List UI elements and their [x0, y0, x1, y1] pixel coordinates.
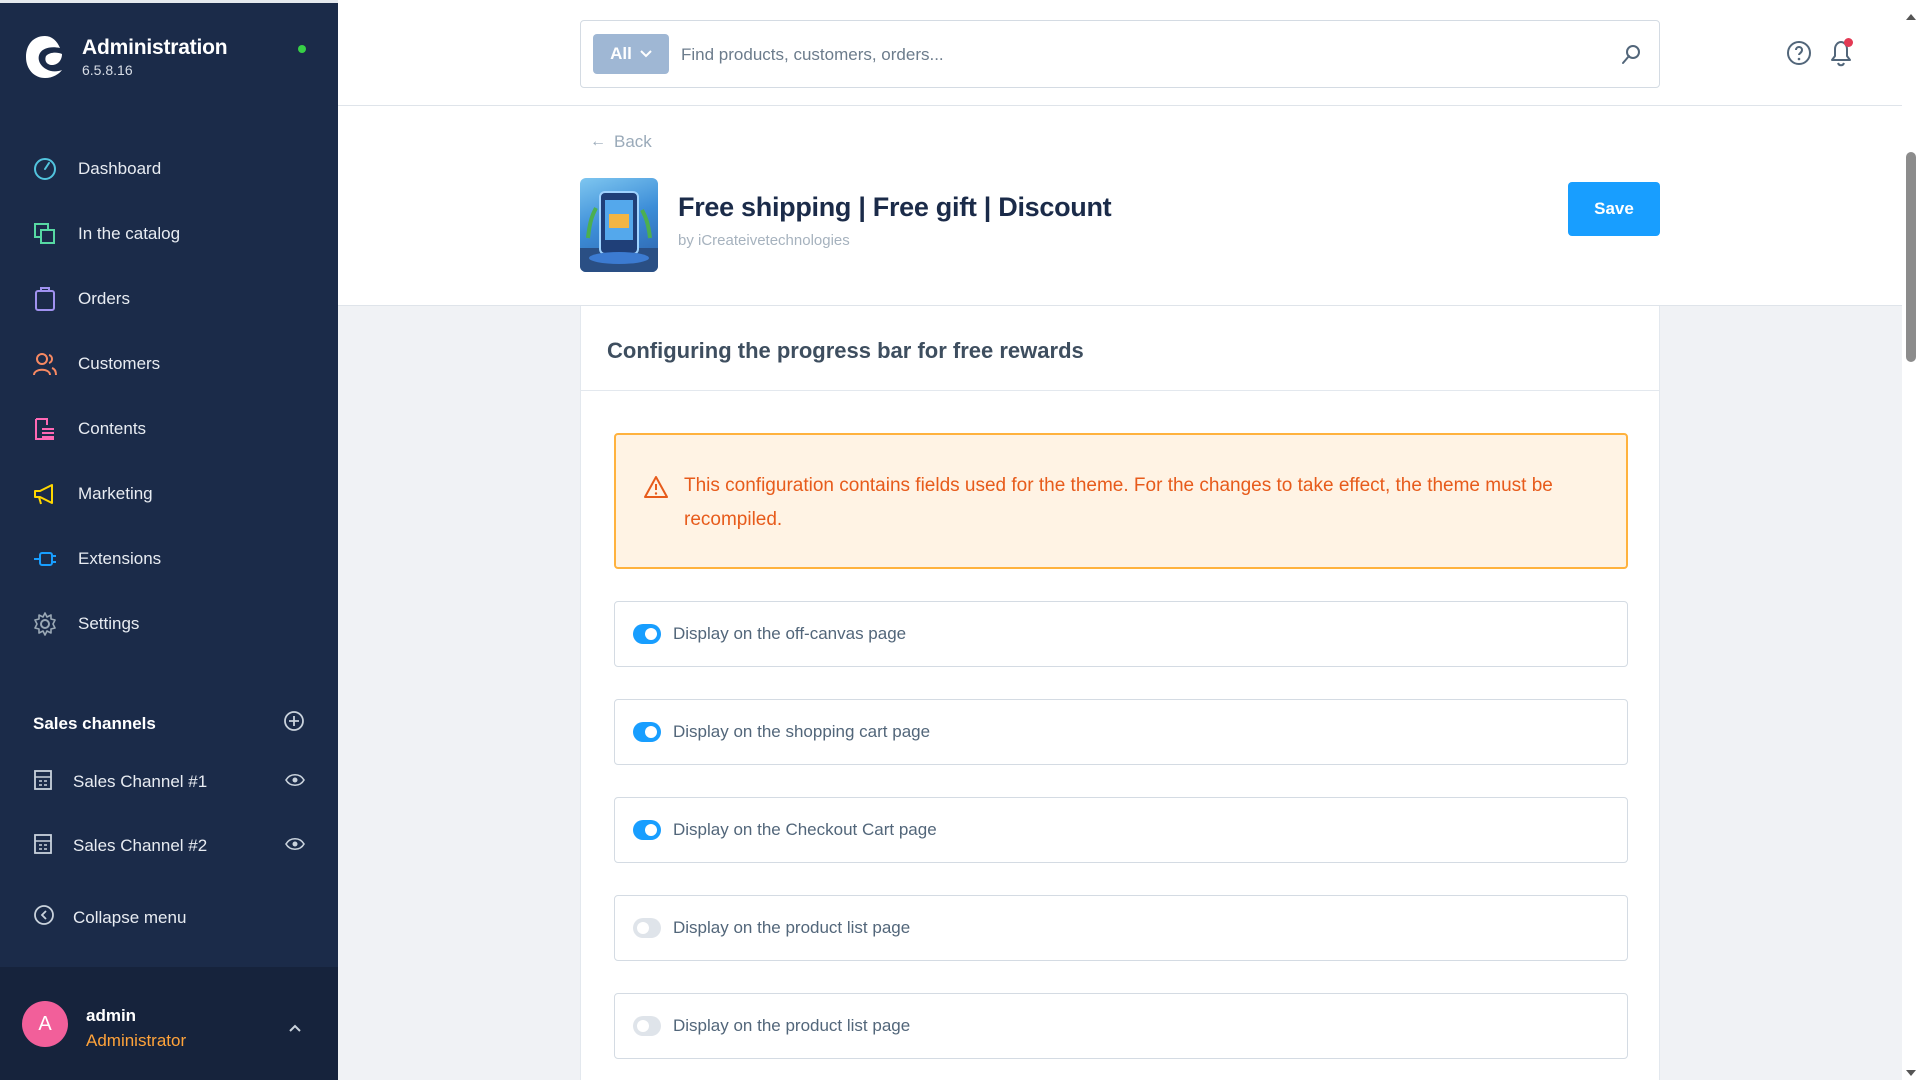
- toggle-label: Display on the off-canvas page: [673, 624, 907, 643]
- nav-label: Customers: [78, 353, 161, 373]
- app-version: 6.5.8.16: [82, 62, 133, 78]
- nav-label: Extensions: [78, 548, 162, 568]
- user-name: admin: [86, 1006, 137, 1025]
- settings-icon: [32, 611, 58, 637]
- shopware-logo-icon: [26, 36, 62, 78]
- catalog-icon: [32, 221, 58, 247]
- search-type-label: All: [610, 44, 632, 63]
- nav-item-dashboard[interactable]: Dashboard: [0, 136, 338, 201]
- customers-icon: [32, 351, 58, 377]
- nav-item-orders[interactable]: Orders: [0, 266, 338, 331]
- search-icon[interactable]: [1621, 43, 1643, 70]
- nav-label: Contents: [78, 418, 147, 438]
- product-list-switch[interactable]: [633, 1016, 661, 1036]
- nav-item-customers[interactable]: Customers: [0, 331, 338, 396]
- sales-channel-item-2[interactable]: Sales Channel #2: [33, 826, 305, 866]
- scrollbar-thumb[interactable]: [1906, 152, 1916, 362]
- toggle-row-offcanvas[interactable]: Display on the off-canvas page: [614, 601, 1628, 667]
- dashboard-icon: [32, 156, 58, 182]
- top-header: All: [338, 0, 1902, 106]
- eye-icon[interactable]: [285, 837, 305, 856]
- checkout-cart-switch[interactable]: [633, 820, 661, 840]
- storefront-icon: [33, 833, 53, 860]
- app-title: Administration: [82, 36, 228, 59]
- toggle-row-checkout-cart[interactable]: Display on the Checkout Cart page: [614, 797, 1628, 863]
- toggle-row-product-list-2[interactable]: Display on the product list page: [614, 993, 1628, 1059]
- online-status-indicator: [298, 45, 306, 53]
- card-title: Configuring the progress bar for free re…: [607, 338, 1084, 363]
- nav-item-settings[interactable]: Settings: [0, 591, 338, 656]
- scroll-down-arrow-icon[interactable]: [1905, 1064, 1917, 1080]
- toggle-row-product-list[interactable]: Display on the product list page: [614, 895, 1628, 961]
- nav-label: Settings: [78, 613, 140, 633]
- search-type-select[interactable]: All: [593, 34, 669, 74]
- user-role: Administrator: [86, 1031, 187, 1050]
- theme-warning-alert: This configuration contains fields used …: [614, 433, 1628, 569]
- nav-item-contents[interactable]: Contents: [0, 396, 338, 461]
- collapse-menu-button[interactable]: Collapse menu: [33, 904, 186, 931]
- main-navigation: Dashboard In the catalog Orders Customer…: [0, 136, 338, 656]
- marketing-icon: [32, 481, 58, 507]
- orders-icon: [32, 286, 58, 312]
- sales-channels-title: Sales channels: [33, 713, 156, 733]
- product-list-switch[interactable]: [633, 918, 661, 938]
- collapse-icon: [33, 904, 55, 931]
- notification-badge: [1844, 38, 1853, 47]
- search-input[interactable]: [681, 35, 1581, 75]
- extensions-icon: [32, 546, 58, 572]
- offcanvas-switch[interactable]: [633, 624, 661, 644]
- extension-thumbnail: [580, 178, 658, 272]
- toggle-label: Display on the product list page: [673, 1016, 911, 1035]
- toggle-label: Display on the Checkout Cart page: [673, 820, 937, 839]
- extension-author: by iCreateivetechnologies: [678, 232, 850, 249]
- avatar: A: [22, 1001, 68, 1047]
- storefront-icon: [33, 769, 53, 796]
- help-icon[interactable]: [1786, 40, 1812, 71]
- nav-label: Orders: [78, 288, 130, 308]
- arrow-left-icon: ←: [590, 133, 606, 150]
- global-search: All: [580, 20, 1660, 88]
- chevron-down-icon: [640, 50, 652, 58]
- shopping-cart-switch[interactable]: [633, 722, 661, 742]
- extension-title: Free shipping | Free gift | Discount: [678, 192, 1112, 222]
- config-card: Configuring the progress bar for free re…: [580, 306, 1660, 1080]
- nav-item-extensions[interactable]: Extensions: [0, 526, 338, 591]
- eye-icon[interactable]: [285, 773, 305, 792]
- alert-message: This configuration contains fields used …: [684, 475, 1553, 530]
- back-link[interactable]: ← Back: [590, 132, 652, 152]
- nav-label: Marketing: [78, 483, 153, 503]
- sales-channel-label: Sales Channel #1: [73, 772, 208, 791]
- collapse-menu-label: Collapse menu: [73, 907, 187, 927]
- sales-channel-label: Sales Channel #2: [73, 836, 208, 855]
- nav-label: In the catalog: [78, 223, 181, 243]
- toggle-label: Display on the product list page: [673, 918, 911, 937]
- save-button[interactable]: Save: [1568, 182, 1660, 236]
- user-profile[interactable]: A admin Administrator: [0, 967, 338, 1080]
- chevron-up-icon[interactable]: [288, 1020, 302, 1038]
- scroll-up-arrow-icon[interactable]: [1905, 8, 1917, 26]
- back-label: Back: [614, 132, 652, 151]
- smart-bar: ← Back Free shipping | Free gift | Disco…: [338, 106, 1902, 306]
- card-divider: [581, 390, 1659, 391]
- nav-item-catalog[interactable]: In the catalog: [0, 201, 338, 266]
- brand[interactable]: Administration 6.5.8.16: [24, 34, 228, 80]
- sidebar: Administration 6.5.8.16 Dashboard In the…: [0, 0, 338, 1080]
- page-scrollbar[interactable]: [1902, 0, 1920, 1080]
- sales-channels-header: Sales channels: [33, 710, 305, 737]
- nav-label: Dashboard: [78, 158, 162, 178]
- sidebar-top-border: [0, 0, 338, 3]
- nav-item-marketing[interactable]: Marketing: [0, 461, 338, 526]
- sales-channel-item-1[interactable]: Sales Channel #1: [33, 762, 305, 802]
- contents-icon: [32, 416, 58, 442]
- add-sales-channel-icon[interactable]: [283, 710, 305, 737]
- warning-icon: [644, 475, 668, 504]
- toggle-row-shopping-cart[interactable]: Display on the shopping cart page: [614, 699, 1628, 765]
- toggle-label: Display on the shopping cart page: [673, 722, 931, 741]
